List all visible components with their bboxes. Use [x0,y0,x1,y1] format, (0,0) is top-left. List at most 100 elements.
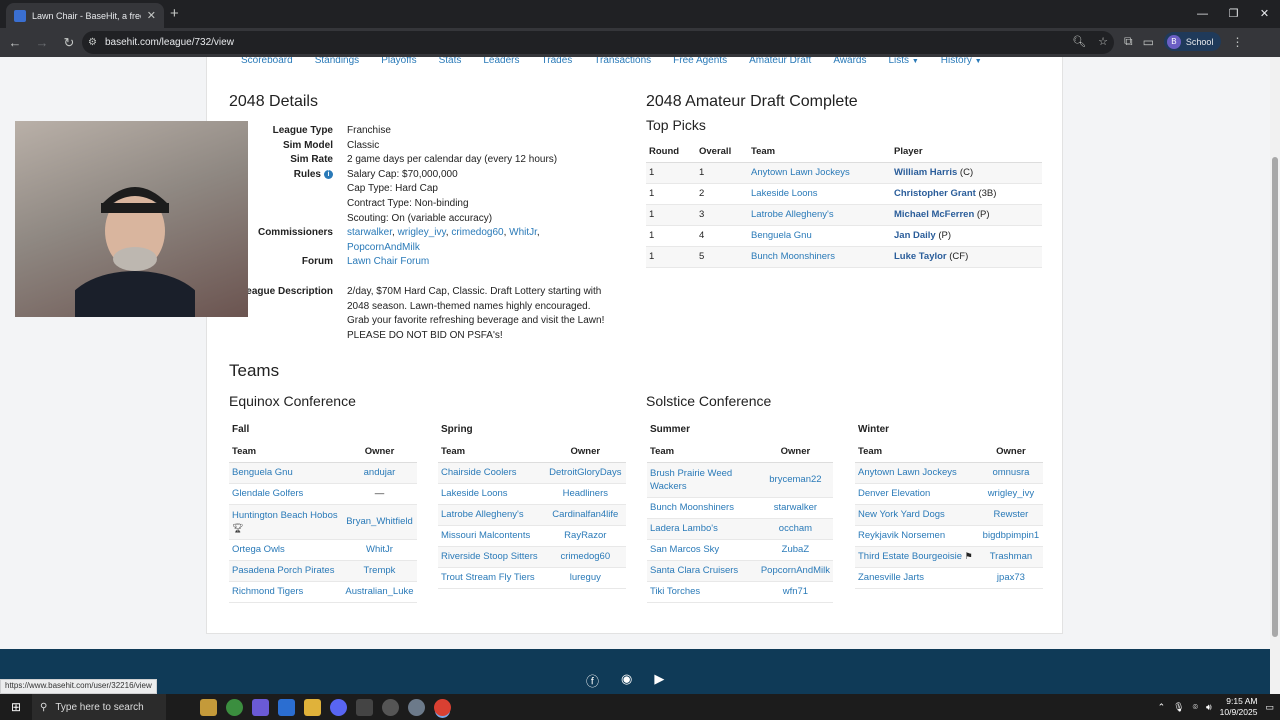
team-link[interactable]: Pasadena Porch Pirates [232,565,334,576]
commissioner-link[interactable]: PopcornAndMilk [347,242,420,253]
owner-link[interactable]: RayRazor [564,530,606,541]
team-link[interactable]: San Marcos Sky [650,544,719,555]
team-link[interactable]: Glendale Golfers [232,488,303,499]
bookmark-star-icon[interactable]: ☆ [1098,35,1108,48]
team-link[interactable]: Lakeside Loons [751,188,818,199]
commissioner-link[interactable]: starwalker [347,227,392,238]
close-tab-icon[interactable]: ✕ [147,9,156,22]
network-icon[interactable]: ⌾ [1193,702,1198,713]
team-link[interactable]: Lakeside Loons [441,488,508,499]
app-icon[interactable] [382,698,399,716]
team-link[interactable]: Third Estate Bourgeoisie [858,551,962,562]
taskbar-search[interactable]: ⚲ Type here to search [32,694,166,720]
owner-link[interactable]: WhitJr [366,544,393,555]
team-link[interactable]: Chairside Coolers [441,467,517,478]
player-link[interactable]: Jan Daily [894,230,936,241]
owner-link[interactable]: ZubaZ [782,544,809,555]
team-link[interactable]: Missouri Malcontents [441,530,530,541]
player-link[interactable]: Michael McFerren [894,209,974,220]
tray-chevron-icon[interactable]: ⌃ [1158,702,1166,713]
nav-transactions[interactable]: Transactions [594,57,651,69]
team-link[interactable]: Tiki Torches [650,586,700,597]
team-link[interactable]: Huntington Beach Hobos [232,510,338,521]
restore-icon[interactable]: ❐ [1218,0,1249,28]
nav-free-agents[interactable]: Free Agents [673,57,727,69]
site-info-icon[interactable]: ⚙ [88,37,97,48]
nav-stats[interactable]: Stats [439,57,462,69]
file-explorer-icon[interactable] [304,698,321,716]
owner-link[interactable]: Australian_Luke [345,586,413,597]
team-link[interactable]: Latrobe Allegheny's [751,209,834,220]
owner-link[interactable]: Rewster [994,509,1029,520]
player-link[interactable]: William Harris [894,167,957,178]
owner-link[interactable]: omnusra [992,467,1029,478]
team-link[interactable]: Trout Stream Fly Tiers [441,572,535,583]
copilot-icon[interactable] [252,698,269,716]
owner-link[interactable]: jpax73 [997,572,1025,583]
app-icon[interactable] [356,698,373,716]
team-link[interactable]: Anytown Lawn Jockeys [858,467,957,478]
microphone-icon[interactable]: 🎙︎ [1173,702,1184,713]
team-link[interactable]: Brush Prairie Weed Wackers [650,468,732,492]
volume-icon[interactable]: 🔊︎ [1206,702,1212,713]
nav-standings[interactable]: Standings [315,57,359,69]
nav-amateur-draft[interactable]: Amateur Draft [749,57,811,69]
nav-awards[interactable]: Awards [833,57,866,69]
owner-link[interactable]: bigdbpimpin1 [983,530,1040,541]
extensions-icon[interactable]: ⧉ [1124,34,1133,49]
page-scrollbar[interactable] [1270,57,1280,694]
owner-link[interactable]: lureguy [570,572,601,583]
nav-trades[interactable]: Trades [542,57,573,69]
player-link[interactable]: Christopher Grant [894,188,976,199]
back-icon[interactable]: ← [3,35,27,50]
owner-link[interactable]: Trashman [990,551,1032,562]
windows-start-icon[interactable]: ⊞ [0,700,32,714]
owner-link[interactable]: wfn71 [783,586,808,597]
store-icon[interactable] [278,698,295,716]
nav-scoreboard[interactable]: Scoreboard [241,57,293,69]
profile-button[interactable]: B School [1163,32,1222,51]
commissioner-link[interactable]: wrigley_ivy [398,227,446,238]
info-icon[interactable]: i [324,169,333,179]
owner-link[interactable]: starwalker [774,502,817,513]
discord-app-icon[interactable] [330,698,347,716]
browser-tab[interactable]: Lawn Chair - BaseHit, a free sim... ✕ [6,3,164,28]
nav-lists[interactable]: Lists ▼ [889,57,919,69]
owner-link[interactable]: PopcornAndMilk [761,565,830,576]
owner-link[interactable]: wrigley_ivy [988,488,1034,499]
commissioner-link[interactable]: crimedog60 [451,227,503,238]
youtube-icon[interactable]: ▶ [654,671,664,690]
reload-icon[interactable]: ↻ [57,35,81,51]
discord-icon[interactable]: ◉ [621,671,632,690]
commissioner-link[interactable]: WhitJr [509,227,537,238]
forum-link[interactable]: Lawn Chair Forum [347,256,429,267]
team-link[interactable]: Santa Clara Cruisers [650,565,738,576]
chrome-icon[interactable] [226,698,243,716]
address-bar[interactable]: ⚙ basehit.com/league/732/view 🔍︎ ☆ [82,31,1114,54]
team-link[interactable]: Benguela Gnu [751,230,812,241]
owner-link[interactable]: Trempk [364,565,396,576]
forward-icon[interactable]: → [30,35,54,50]
nav-playoffs[interactable]: Playoffs [381,57,416,69]
zoom-icon[interactable]: 🔍︎ [1072,35,1086,48]
taskbar-clock[interactable]: 9:15 AM 10/9/2025 [1220,696,1258,718]
team-link[interactable]: Ortega Owls [232,544,285,555]
team-link[interactable]: Reykjavik Norsemen [858,530,945,541]
team-link[interactable]: New York Yard Dogs [858,509,945,520]
notifications-icon[interactable]: ▭ [1265,702,1274,713]
minimize-icon[interactable]: — [1187,0,1218,28]
app-icon[interactable] [408,698,425,716]
team-link[interactable]: Benguela Gnu [232,467,293,478]
owner-link[interactable]: Bryan_Whitfield [346,516,413,527]
team-link[interactable]: Riverside Stoop Sitters [441,551,538,562]
owner-link[interactable]: DetroitGloryDays [549,467,621,478]
team-link[interactable]: Anytown Lawn Jockeys [751,167,850,178]
facebook-icon[interactable]: ⓕ [586,671,599,690]
team-link[interactable]: Zanesville Jarts [858,572,924,583]
owner-link[interactable]: crimedog60 [560,551,610,562]
menu-kebab-icon[interactable]: ⋮ [1231,35,1243,49]
player-link[interactable]: Luke Taylor [894,251,947,262]
team-link[interactable]: Richmond Tigers [232,586,303,597]
nav-leaders[interactable]: Leaders [483,57,519,69]
team-link[interactable]: Bunch Moonshiners [751,251,835,262]
